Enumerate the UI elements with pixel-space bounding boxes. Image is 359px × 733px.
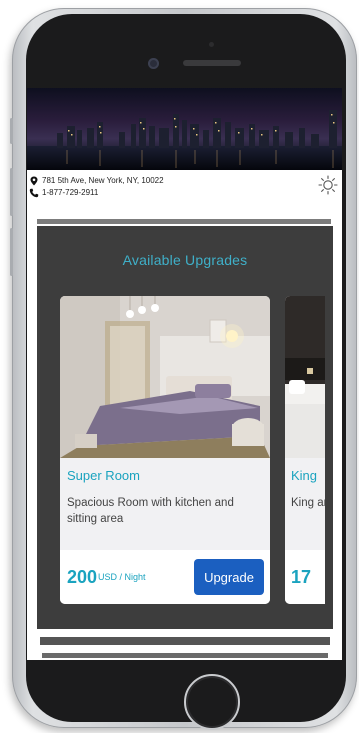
phone-line[interactable]: 1-877-729-2911 — [29, 187, 98, 198]
room-price: 17 — [291, 567, 312, 587]
contact-bar: 781 5th Ave, New York, NY, 10022 1-877-7… — [27, 172, 342, 202]
room-card-body: Super Room Spacious Room with kitchen an… — [60, 458, 270, 550]
room-description: King area — [291, 497, 325, 509]
room-card-footer: 200 USD / Night Upgrade — [60, 550, 270, 604]
upgrade-button[interactable]: Upgrade — [194, 559, 264, 595]
section-title: Available Upgrades — [122, 252, 248, 268]
address-line: 781 5th Ave, New York, NY, 10022 — [29, 175, 164, 186]
room-card-king[interactable]: King King area 17 — [285, 296, 325, 604]
room-photo — [285, 296, 325, 458]
room-name: King — [291, 468, 318, 483]
bedroom-image — [285, 296, 325, 458]
sun-icon[interactable] — [318, 175, 338, 195]
room-photo — [60, 296, 270, 458]
room-card-footer: 17 — [285, 550, 325, 604]
address-text: 781 5th Ave, New York, NY, 10022 — [42, 176, 164, 185]
volume-down-button — [10, 228, 13, 276]
section-divider — [42, 653, 328, 658]
city-skyline-banner — [27, 88, 342, 170]
room-card-body: King King area — [285, 458, 325, 550]
proximity-sensor — [209, 42, 214, 47]
room-price: 200 — [67, 567, 98, 587]
location-pin-icon — [30, 176, 38, 185]
skyline-image — [27, 110, 342, 170]
phone-icon — [29, 188, 39, 197]
upgrades-panel: Available Upgrades Super Room Spacious R… — [37, 226, 333, 629]
phone-text: 1-877-729-2911 — [42, 188, 99, 197]
room-name: Super Room — [67, 468, 140, 483]
section-divider — [37, 219, 331, 224]
room-description: Spacious Room with kitchen and sitting a… — [67, 497, 234, 525]
app-screen: 781 5th Ave, New York, NY, 10022 1-877-7… — [27, 88, 342, 660]
home-button[interactable] — [184, 674, 240, 730]
room-card-super[interactable]: Super Room Spacious Room with kitchen an… — [60, 296, 270, 604]
bedroom-image — [60, 296, 270, 458]
front-camera — [148, 58, 159, 69]
earpiece-speaker — [183, 60, 241, 66]
mute-switch — [10, 118, 13, 144]
price-unit: USD / Night — [98, 572, 146, 582]
volume-up-button — [10, 168, 13, 216]
section-divider — [40, 637, 330, 645]
